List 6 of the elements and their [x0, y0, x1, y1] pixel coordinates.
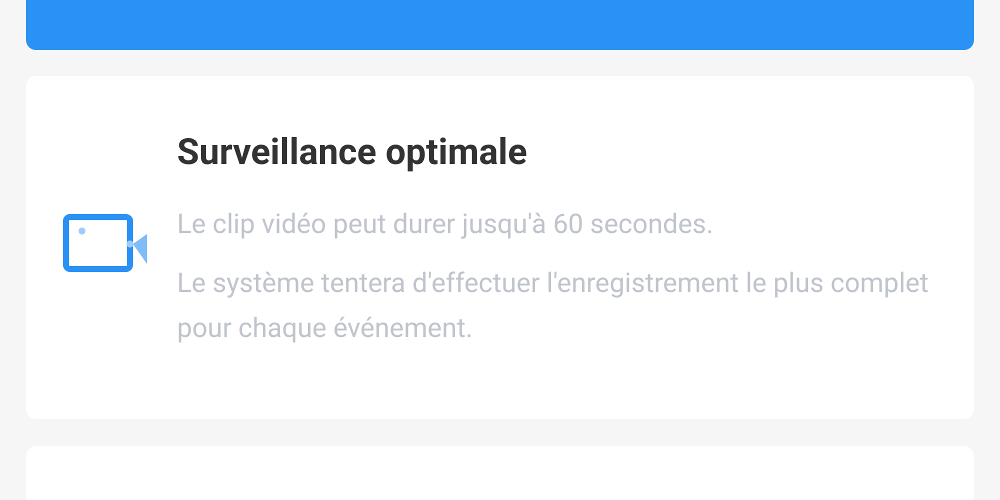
description-text: Le clip vidéo peut durer jusqu'à 60 secondes.	[177, 207, 714, 242]
header-bar[interactable]	[26, 0, 974, 50]
video-camera-icon	[63, 214, 149, 272]
description-text: Le système tentera d'effectuer l'enregistrement le plus complet pour chaque événement.	[177, 266, 930, 346]
option-card[interactable]: Surveillance optimale Le clip vidéo peut durer jusqu'à 60 secondes. Le système tentera d'effectuer l'enregistrement le plus complet pour chaque événement.	[26, 76, 974, 419]
card-title: Surveillance optimale	[177, 130, 528, 174]
